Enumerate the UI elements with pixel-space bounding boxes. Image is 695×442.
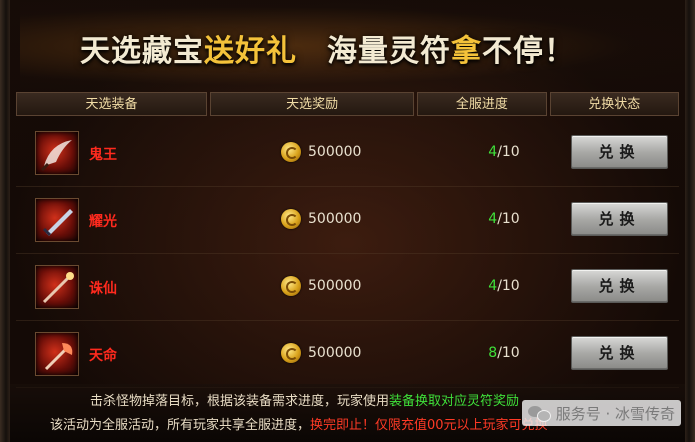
coin-icon bbox=[281, 343, 301, 363]
table-row: 天命 500000 8/10 兑换 bbox=[16, 321, 679, 388]
event-banner: 天选藏宝送好礼 海量灵符拿不停！ bbox=[20, 0, 695, 92]
banner-part-3: 海量灵符 bbox=[327, 34, 451, 69]
footer-text: 击杀怪物掉落目标，根据该装备需求进度，玩家使用 bbox=[90, 394, 390, 409]
footer-text: 该活动为全服活动，所有玩家共享全服进度， bbox=[50, 418, 311, 433]
reward-amount: 500000 bbox=[308, 278, 362, 294]
table-row: 诛仙 500000 4/10 兑换 bbox=[16, 254, 679, 321]
watermark-text: 服务号 · 冰雪传奇 bbox=[555, 404, 675, 423]
weapon-axe-icon[interactable] bbox=[35, 332, 79, 376]
weapon-staff-icon[interactable] bbox=[35, 265, 79, 309]
banner-part-4: 拿 bbox=[451, 34, 482, 69]
progress-current: 4 bbox=[488, 211, 498, 227]
server-progress: 4/10 bbox=[454, 278, 554, 294]
banner-part-1: 天选藏宝 bbox=[80, 34, 204, 69]
exchange-button[interactable]: 兑换 bbox=[571, 269, 668, 303]
progress-total: /10 bbox=[497, 144, 520, 160]
header-equipment: 天选装备 bbox=[16, 92, 208, 116]
item-name: 天命 bbox=[89, 348, 117, 364]
item-name: 诛仙 bbox=[89, 281, 117, 297]
reward-amount: 500000 bbox=[308, 144, 362, 160]
exchange-button[interactable]: 兑换 bbox=[571, 135, 668, 169]
progress-total: /10 bbox=[497, 211, 520, 227]
progress-current: 8 bbox=[488, 345, 498, 361]
item-name: 耀光 bbox=[89, 214, 117, 230]
header-status: 兑换状态 bbox=[549, 92, 679, 116]
footer-highlight: 装备换取对应灵符奖励 bbox=[389, 394, 520, 409]
footer-line-1: 击杀怪物掉落目标，根据该装备需求进度，玩家使用装备换取对应灵符奖励 bbox=[90, 390, 519, 409]
progress-current: 4 bbox=[488, 278, 498, 294]
coin-icon bbox=[281, 209, 301, 229]
wechat-watermark: 服务号 · 冰雪传奇 bbox=[521, 400, 681, 426]
banner-title: 天选藏宝送好礼 海量灵符拿不停！ bbox=[80, 26, 575, 70]
reward-amount: 500000 bbox=[308, 211, 362, 227]
server-progress: 8/10 bbox=[454, 345, 554, 361]
footer-line-2: 该活动为全服活动，所有玩家共享全服进度，换完即止！仅限充值00元以上玩家可兑换 bbox=[50, 414, 548, 433]
progress-current: 4 bbox=[488, 144, 498, 160]
weapon-sword-icon[interactable] bbox=[35, 198, 79, 242]
wechat-icon bbox=[527, 404, 551, 422]
table-row: 鬼王 500000 4/10 兑换 bbox=[16, 120, 679, 187]
footer-warning: 换完即止！仅限充值00元以上玩家可兑换 bbox=[310, 418, 548, 433]
reward-amount: 500000 bbox=[308, 345, 362, 361]
table-header: 天选装备 天选奖励 全服进度 兑换状态 bbox=[16, 92, 679, 118]
coin-icon bbox=[281, 142, 301, 162]
equipment-table: 鬼王 500000 4/10 兑换 耀光 500000 4/10 兑换 诛仙 5… bbox=[16, 120, 679, 388]
banner-part-5: 不停！ bbox=[482, 34, 575, 69]
item-name: 鬼王 bbox=[89, 147, 117, 163]
server-progress: 4/10 bbox=[454, 211, 554, 227]
exchange-button[interactable]: 兑换 bbox=[571, 202, 668, 236]
progress-total: /10 bbox=[497, 278, 520, 294]
weapon-blade-icon[interactable] bbox=[35, 131, 79, 175]
banner-part-2: 送好礼 bbox=[204, 34, 297, 69]
coin-icon bbox=[281, 276, 301, 296]
header-reward: 天选奖励 bbox=[210, 92, 415, 116]
table-row: 耀光 500000 4/10 兑换 bbox=[16, 187, 679, 254]
header-progress: 全服进度 bbox=[417, 92, 547, 116]
server-progress: 4/10 bbox=[454, 144, 554, 160]
progress-total: /10 bbox=[497, 345, 520, 361]
exchange-button[interactable]: 兑换 bbox=[571, 336, 668, 370]
